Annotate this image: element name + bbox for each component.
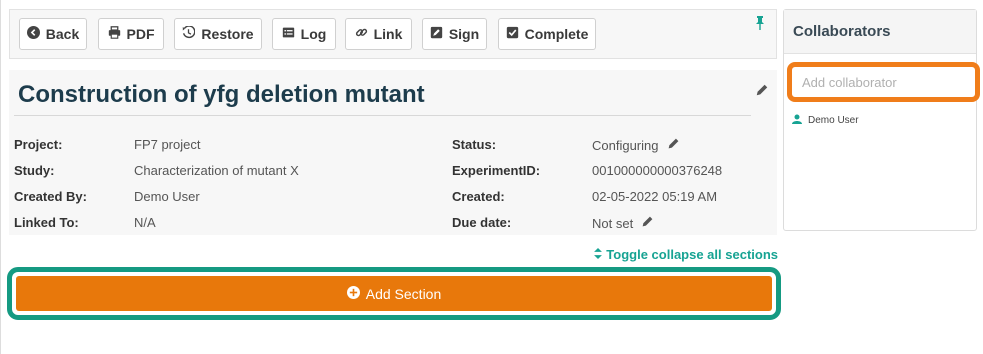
link-button[interactable]: Link	[345, 18, 412, 50]
add-section-label: Add Section	[365, 285, 442, 302]
link-button-label: Link	[373, 26, 403, 42]
status-label: Status:	[452, 137, 497, 152]
collaborators-title: Collaborators	[784, 10, 976, 54]
created-by-label: Created By:	[14, 189, 87, 204]
study-value: Characterization of mutant X	[134, 163, 299, 178]
edit-due-date-pencil-icon[interactable]	[641, 215, 654, 231]
check-square-icon	[506, 26, 519, 42]
user-icon	[792, 114, 802, 127]
back-button[interactable]: Back	[19, 18, 87, 50]
history-icon	[182, 25, 196, 42]
add-collaborator-highlight	[787, 62, 980, 102]
experiment-id-label: ExperimentID:	[452, 163, 541, 178]
restore-button[interactable]: Restore	[174, 18, 262, 50]
back-button-label: Back	[45, 26, 80, 42]
sort-icon	[594, 247, 603, 262]
signature-icon	[430, 26, 443, 42]
pdf-button-label: PDF	[126, 26, 155, 42]
pin-icon[interactable]	[754, 16, 766, 30]
toggle-collapse-link[interactable]: Toggle collapse all sections	[594, 247, 778, 262]
toggle-collapse-label: Toggle collapse all sections	[606, 247, 778, 262]
edit-title-pencil-icon[interactable]	[755, 83, 769, 97]
collaborator-item: Demo User	[792, 114, 859, 127]
link-icon	[355, 26, 368, 42]
list-icon	[282, 26, 295, 42]
experiment-toolbar: Back PDF Restore Log Link Sign Complete	[9, 9, 777, 59]
project-value: FP7 project	[134, 137, 201, 152]
add-section-button[interactable]: Add Section	[16, 276, 772, 311]
created-by-value: Demo User	[134, 189, 200, 204]
page-left-border	[0, 0, 1, 354]
title-divider	[14, 115, 751, 116]
complete-button-label: Complete	[524, 26, 589, 42]
experiment-title: Construction of yfg deletion mutant	[18, 81, 425, 108]
status-text: Configuring	[592, 137, 659, 153]
linked-to-value: N/A	[134, 215, 156, 230]
due-date-value: Not set	[592, 215, 654, 231]
created-value: 02-05-2022 05:19 AM	[592, 189, 718, 204]
add-collaborator-input[interactable]	[792, 67, 975, 97]
add-section-highlight: Add Section	[7, 267, 781, 320]
study-label: Study:	[14, 163, 55, 178]
status-value: Configuring	[592, 137, 680, 153]
sign-button[interactable]: Sign	[422, 18, 487, 50]
log-button[interactable]: Log	[272, 18, 336, 50]
project-label: Project:	[14, 137, 63, 152]
sign-button-label: Sign	[448, 26, 480, 42]
collaborator-name: Demo User	[808, 115, 859, 126]
edit-status-pencil-icon[interactable]	[667, 137, 680, 153]
back-circle-icon	[26, 26, 40, 42]
pdf-button[interactable]: PDF	[98, 18, 164, 50]
linked-to-label: Linked To:	[14, 215, 79, 230]
due-date-text: Not set	[592, 215, 634, 231]
plus-circle-icon	[346, 285, 360, 302]
printer-icon	[108, 26, 121, 42]
experiment-id-value: 001000000000376248	[592, 163, 723, 178]
restore-button-label: Restore	[201, 26, 254, 42]
experiment-header: Construction of yfg deletion mutant Proj…	[9, 70, 777, 235]
complete-button[interactable]: Complete	[498, 18, 596, 50]
log-button-label: Log	[300, 26, 327, 42]
created-label: Created:	[452, 189, 505, 204]
collaborators-panel: Collaborators Demo User	[783, 9, 980, 231]
due-date-label: Due date:	[452, 215, 512, 230]
